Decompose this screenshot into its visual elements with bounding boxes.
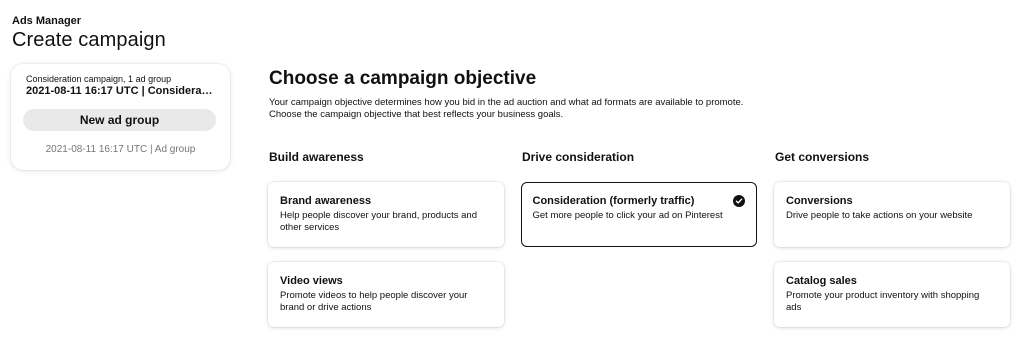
objective-card-consideration[interactable]: Consideration (formerly traffic) Get mor… (521, 182, 757, 247)
objective-description: Your campaign objective determines how y… (269, 97, 829, 121)
objective-heading: Choose a campaign objective (269, 68, 537, 89)
new-ad-group-button[interactable]: New ad group (23, 109, 216, 131)
campaign-name[interactable]: 2021-08-11 16:17 UTC | Considerati... (26, 85, 216, 97)
objective-description-line: Your campaign objective determines how y… (269, 97, 744, 108)
objective-desc: Help people discover your brand, product… (280, 210, 477, 233)
ad-group-meta[interactable]: 2021-08-11 16:17 UTC | Ad group (11, 144, 230, 155)
column-heading-consideration: Drive consideration (522, 150, 635, 164)
objective-desc: Get more people to click your ad on Pint… (532, 209, 723, 221)
app-name: Ads Manager (12, 15, 82, 27)
campaign-tree-card: Consideration campaign, 1 ad group 2021-… (11, 64, 230, 170)
objective-card-video-views[interactable]: Video views Promote videos to help peopl… (268, 262, 504, 327)
objective-title: Brand awareness (280, 195, 372, 207)
objective-desc: Promote your product inventory with shop… (786, 290, 980, 313)
objective-card-conversions[interactable]: Conversions Drive people to take actions… (774, 182, 1010, 247)
objective-title: Consideration (formerly traffic) (532, 194, 695, 207)
objective-desc: Promote videos to help people discover y… (280, 290, 468, 313)
column-heading-conversions: Get conversions (775, 150, 870, 164)
objective-title: Video views (280, 275, 343, 287)
objective-description-line: Choose the campaign objective that best … (269, 109, 564, 120)
column-heading-awareness: Build awareness (269, 150, 364, 164)
objective-desc: Drive people to take actions on your web… (786, 210, 973, 221)
page-title: Create campaign (12, 29, 166, 51)
objective-card-brand-awareness[interactable]: Brand awareness Help people discover you… (268, 182, 504, 247)
objective-title: Catalog sales (786, 275, 857, 287)
objective-title: Conversions (786, 195, 853, 207)
objective-card-catalog-sales[interactable]: Catalog sales Promote your product inven… (774, 262, 1010, 327)
campaign-subtitle: Consideration campaign, 1 ad group (26, 74, 172, 84)
check-circle-icon (733, 195, 745, 207)
